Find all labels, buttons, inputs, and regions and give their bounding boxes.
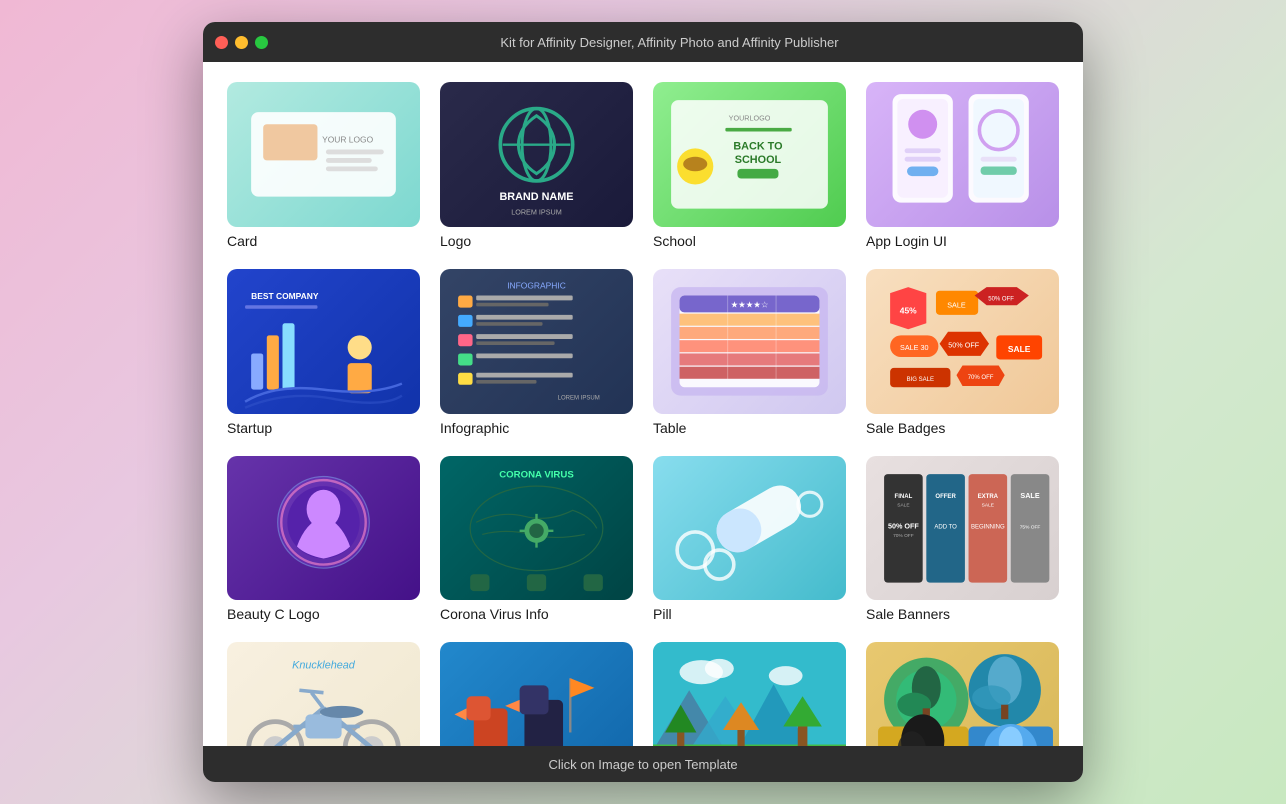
thumbnail-gamescene[interactable] <box>653 642 846 746</box>
svg-text:SALE: SALE <box>947 300 966 309</box>
thumbnail-table[interactable]: ★★★★☆ <box>653 269 846 414</box>
item-abstract[interactable]: Abstract Shapes - Signs <box>866 642 1059 746</box>
svg-text:45%: 45% <box>900 305 917 315</box>
svg-text:SCHOOL: SCHOOL <box>735 154 782 166</box>
svg-text:LOREM IPSUM: LOREM IPSUM <box>511 208 562 217</box>
svg-text:50% OFF: 50% OFF <box>948 340 979 349</box>
label-card: Card <box>227 233 420 249</box>
label-school: School <box>653 233 846 249</box>
svg-text:BEGINNING: BEGINNING <box>971 524 1005 530</box>
thumbnail-abstract[interactable] <box>866 642 1059 746</box>
svg-text:YOURLOGO: YOURLOGO <box>729 114 771 123</box>
svg-text:SALE 30: SALE 30 <box>900 343 929 352</box>
thumbnail-card[interactable]: YOUR LOGO <box>227 82 420 227</box>
template-grid: YOUR LOGO Card BRAND NAME <box>227 82 1059 746</box>
svg-text:★★★★☆: ★★★★☆ <box>731 299 769 309</box>
svg-text:YOUR LOGO: YOUR LOGO <box>322 134 374 144</box>
thumbnail-salebadges[interactable]: 45% SALE 50% OFF SALE 30 50% OFF SALE <box>866 269 1059 414</box>
svg-text:FINAL: FINAL <box>895 494 913 500</box>
svg-text:BRAND NAME: BRAND NAME <box>499 191 573 203</box>
main-window: Kit for Affinity Designer, Affinity Phot… <box>203 22 1083 782</box>
titlebar: Kit for Affinity Designer, Affinity Phot… <box>203 22 1083 62</box>
svg-text:Knucklehead: Knucklehead <box>292 660 356 672</box>
thumbnail-school[interactable]: YOURLOGO BACK TO SCHOOL <box>653 82 846 227</box>
item-startup[interactable]: BEST COMPANY Startup <box>227 269 420 436</box>
thumbnail-beautylogo[interactable] <box>227 456 420 601</box>
label-pill: Pill <box>653 606 846 622</box>
svg-text:75% OFF: 75% OFF <box>1020 524 1041 530</box>
svg-text:BACK TO: BACK TO <box>733 141 782 153</box>
svg-text:SALE: SALE <box>1008 344 1031 354</box>
label-infographic: Infographic <box>440 420 633 436</box>
thumbnail-logo[interactable]: BRAND NAME LOREM IPSUM <box>440 82 633 227</box>
item-salebadges[interactable]: 45% SALE 50% OFF SALE 30 50% OFF SALE <box>866 269 1059 436</box>
item-corona[interactable]: CORONA VIRUS <box>440 456 633 623</box>
item-infographic[interactable]: INFOGRAPHIC <box>440 269 633 436</box>
svg-text:50% OFF: 50% OFF <box>988 296 1014 302</box>
label-logo: Logo <box>440 233 633 249</box>
item-logo[interactable]: BRAND NAME LOREM IPSUM Logo <box>440 82 633 249</box>
label-startup: Startup <box>227 420 420 436</box>
item-table[interactable]: ★★★★☆ Table <box>653 269 846 436</box>
label-table: Table <box>653 420 846 436</box>
statusbar: Click on Image to open Template <box>203 746 1083 782</box>
item-pill[interactable]: Pill <box>653 456 846 623</box>
item-card[interactable]: YOUR LOGO Card <box>227 82 420 249</box>
item-gamebirds[interactable]: Game Characters - Birds <box>440 642 633 746</box>
svg-text:SALE: SALE <box>982 502 994 508</box>
svg-text:SALE: SALE <box>897 502 909 508</box>
thumbnail-corona[interactable]: CORONA VIRUS <box>440 456 633 601</box>
svg-text:50% OFF: 50% OFF <box>888 521 919 530</box>
svg-text:70% OFF: 70% OFF <box>968 375 994 381</box>
svg-text:EXTRA: EXTRA <box>978 494 999 500</box>
close-button[interactable] <box>215 36 228 49</box>
maximize-button[interactable] <box>255 36 268 49</box>
window-title: Kit for Affinity Designer, Affinity Phot… <box>268 35 1071 50</box>
thumbnail-gamebirds[interactable] <box>440 642 633 746</box>
label-beautylogo: Beauty C Logo <box>227 606 420 622</box>
statusbar-text: Click on Image to open Template <box>548 757 737 772</box>
svg-text:LOREM IPSUM: LOREM IPSUM <box>558 395 600 401</box>
minimize-button[interactable] <box>235 36 248 49</box>
label-corona: Corona Virus Info <box>440 606 633 622</box>
thumbnail-infographic[interactable]: INFOGRAPHIC <box>440 269 633 414</box>
label-salebadges: Sale Badges <box>866 420 1059 436</box>
svg-text:INFOGRAPHIC: INFOGRAPHIC <box>507 280 566 290</box>
thumbnail-motorbike[interactable]: Knucklehead <box>227 642 420 746</box>
thumbnail-startup[interactable]: BEST COMPANY <box>227 269 420 414</box>
svg-text:SALE: SALE <box>1020 491 1039 500</box>
item-motorbike[interactable]: Knucklehead <box>227 642 420 746</box>
svg-text:ADD TO: ADD TO <box>934 524 957 530</box>
thumbnail-pill[interactable] <box>653 456 846 601</box>
traffic-lights <box>215 36 268 49</box>
thumbnail-salebanners[interactable]: FINAL SALE 50% OFF 70% OFF OFFER ADD TO … <box>866 456 1059 601</box>
item-salebanners[interactable]: FINAL SALE 50% OFF 70% OFF OFFER ADD TO … <box>866 456 1059 623</box>
svg-text:BIG SALE: BIG SALE <box>907 377 934 383</box>
label-applogin: App Login UI <box>866 233 1059 249</box>
label-salebanners: Sale Banners <box>866 606 1059 622</box>
svg-text:70% OFF: 70% OFF <box>893 532 914 538</box>
svg-text:CORONA VIRUS: CORONA VIRUS <box>499 469 574 480</box>
item-applogin[interactable]: App Login UI <box>866 82 1059 249</box>
svg-text:BEST COMPANY: BEST COMPANY <box>251 291 319 301</box>
svg-text:OFFER: OFFER <box>935 494 956 500</box>
item-beautylogo[interactable]: Beauty C Logo <box>227 456 420 623</box>
content-area: YOUR LOGO Card BRAND NAME <box>203 62 1083 746</box>
item-gamescene[interactable]: Game Scene <box>653 642 846 746</box>
thumbnail-applogin[interactable] <box>866 82 1059 227</box>
item-school[interactable]: YOURLOGO BACK TO SCHOOL School <box>653 82 846 249</box>
